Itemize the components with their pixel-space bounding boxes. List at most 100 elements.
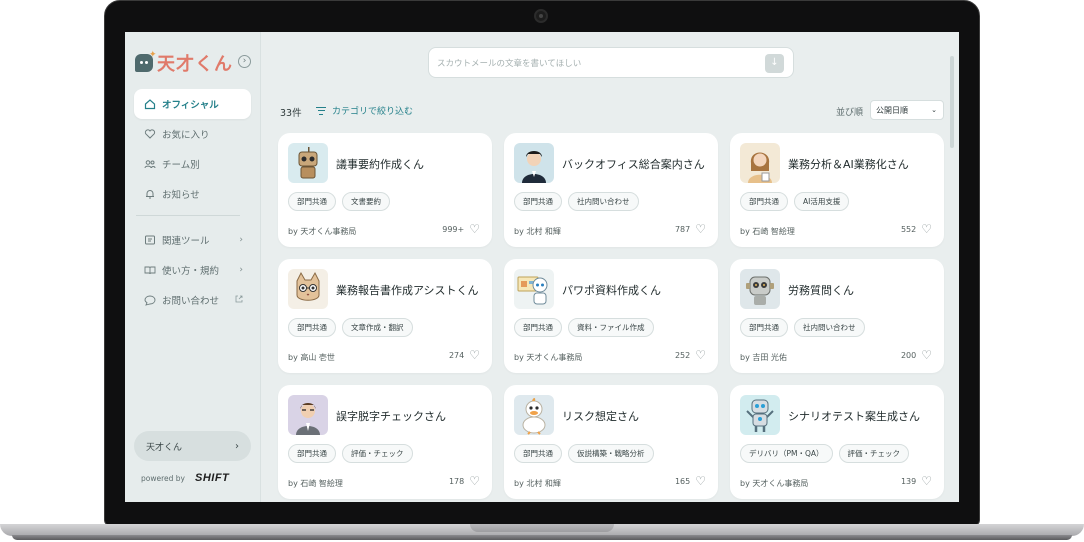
- collapse-sidebar-button[interactable]: ›: [238, 55, 251, 68]
- agent-card[interactable]: パワポ資料作成くん 部門共通 資料・ファイル作成 by 天才くん事務局 252 …: [504, 259, 718, 373]
- tag[interactable]: 評価・チェック: [838, 444, 910, 463]
- logo-text: 天才くん: [157, 54, 233, 75]
- laptop-notch: [470, 524, 614, 532]
- chevron-down-icon: ⌄: [931, 106, 937, 114]
- like-button[interactable]: 787 ♡: [675, 222, 706, 236]
- agent-card[interactable]: リスク想定さん 部門共通 仮説構築・戦略分析 by 北村 和輝 165 ♡: [504, 385, 718, 499]
- tag[interactable]: 部門共通: [740, 318, 788, 337]
- sidebar-item-related-tools[interactable]: 関連ツール ›: [134, 225, 251, 255]
- card-title: 業務分析＆AI業務化さん: [788, 158, 909, 171]
- tag[interactable]: 文章作成・翻訳: [342, 318, 413, 337]
- card-title: 労務質問くん: [788, 284, 854, 297]
- sidebar-item-usage-terms[interactable]: 使い方・規約 ›: [134, 255, 251, 285]
- heart-icon: ♡: [695, 348, 706, 362]
- like-count: 552: [900, 224, 917, 234]
- tag[interactable]: 部門共通: [740, 192, 788, 211]
- tag[interactable]: 資料・ファイル作成: [568, 318, 654, 337]
- tag[interactable]: AI活用支援: [794, 192, 850, 211]
- tag[interactable]: 部門共通: [288, 444, 336, 463]
- sort-select[interactable]: 公開日順 ⌄: [870, 100, 944, 120]
- card-title: 業務報告書作成アシストくん: [336, 284, 479, 297]
- category-filter-button[interactable]: カテゴリで絞り込む: [316, 104, 413, 117]
- agent-card[interactable]: 誤字脱字チェックさん 部門共通 評価・チェック by 石崎 智絵理 178 ♡: [278, 385, 492, 499]
- card-author: by 北村 和輝: [514, 479, 561, 488]
- agent-card[interactable]: 議事要約作成くん 部門共通 文書要約 by 天才くん事務局 999+ ♡: [278, 133, 492, 247]
- like-count: 200: [900, 350, 917, 360]
- sidebar-item-contact[interactable]: お問い合わせ: [134, 285, 251, 315]
- sort-label: 並び順: [836, 108, 864, 118]
- filter-label: カテゴリで絞り込む: [332, 107, 414, 117]
- heart-icon: ♡: [695, 474, 706, 488]
- tag[interactable]: 部門共通: [514, 444, 562, 463]
- card-tags: 部門共通 AI活用支援: [740, 192, 850, 211]
- agent-card[interactable]: バックオフィス総合案内さん 部門共通 社内問い合わせ by 北村 和輝 787 …: [504, 133, 718, 247]
- tag[interactable]: 部門共通: [514, 192, 562, 211]
- like-button[interactable]: 178 ♡: [449, 474, 480, 488]
- like-button[interactable]: 139 ♡: [900, 474, 932, 488]
- chevron-right-icon: ›: [235, 440, 239, 452]
- sort-value: 公開日順: [876, 105, 908, 115]
- robot-avatar: [740, 269, 780, 309]
- card-title: シナリオテスト案生成さん: [788, 410, 920, 423]
- tag[interactable]: デリバリ（PM・QA）: [740, 444, 833, 463]
- robot-avatar: [288, 143, 328, 183]
- tag[interactable]: 社内問い合わせ: [794, 318, 865, 337]
- result-count: 33件: [280, 108, 302, 119]
- card-tags: 部門共通 評価・チェック: [288, 444, 413, 463]
- chat-icon: [144, 294, 156, 306]
- card-author: by 石崎 智絵理: [740, 227, 795, 236]
- heart-icon: ♡: [469, 474, 480, 488]
- tag[interactable]: 評価・チェック: [342, 444, 413, 463]
- tag[interactable]: 部門共通: [288, 192, 336, 211]
- heart-icon: ♡: [695, 222, 706, 236]
- tag[interactable]: 文書要約: [342, 192, 390, 211]
- heart-icon: ♡: [921, 348, 932, 362]
- like-button[interactable]: 274 ♡: [449, 348, 480, 362]
- agent-card[interactable]: 労務質問くん 部門共通 社内問い合わせ by 吉田 光佑 200 ♡: [730, 259, 944, 373]
- scrollbar[interactable]: [950, 56, 954, 148]
- sidebar-item-label: 関連ツール: [162, 236, 210, 247]
- like-button[interactable]: 252 ♡: [675, 348, 706, 362]
- like-button[interactable]: 552 ♡: [900, 223, 932, 235]
- submit-arrow-icon[interactable]: ↓: [765, 54, 784, 73]
- sidebar-item-news[interactable]: お知らせ: [134, 179, 251, 209]
- sidebar-item-label: お知らせ: [162, 190, 200, 201]
- like-count: 139: [900, 476, 917, 486]
- sidebar-item-label: チーム別: [162, 160, 200, 171]
- card-author: by 北村 和輝: [514, 227, 561, 236]
- card-tags: デリバリ（PM・QA） 評価・チェック: [740, 444, 910, 463]
- shift-logo: SHIFT: [194, 472, 230, 484]
- sidebar-item-label: お気に入り: [162, 130, 210, 141]
- sidebar-item-label: オフィシャル: [162, 100, 219, 111]
- search-input[interactable]: スカウトメールの文章を書いてほしい ↓: [428, 47, 794, 78]
- tag[interactable]: 仮説構築・戦略分析: [568, 444, 654, 463]
- card-author: by 天才くん事務局: [740, 479, 809, 488]
- person-avatar: [288, 395, 328, 435]
- like-button[interactable]: 999+ ♡: [442, 223, 480, 235]
- card-tags: 部門共通 仮説構築・戦略分析: [514, 444, 654, 463]
- sidebar-item-favorites[interactable]: お気に入り: [134, 119, 251, 149]
- card-title: リスク想定さん: [562, 410, 639, 423]
- agent-card[interactable]: シナリオテスト案生成さん デリバリ（PM・QA） 評価・チェック by 天才くん…: [730, 385, 944, 499]
- tag[interactable]: 社内問い合わせ: [568, 192, 639, 211]
- heart-icon: ♡: [921, 474, 932, 488]
- heart-icon: [144, 128, 156, 140]
- sidebar-item-official[interactable]: オフィシャル: [134, 89, 251, 119]
- card-title: パワポ資料作成くん: [562, 284, 661, 297]
- agent-card[interactable]: 業務報告書作成アシストくん 部門共通 文章作成・翻訳 by 高山 壱世 274 …: [278, 259, 492, 373]
- agent-card[interactable]: 業務分析＆AI業務化さん 部門共通 AI活用支援 by 石崎 智絵理 552 ♡: [730, 133, 944, 247]
- like-button[interactable]: 165 ♡: [675, 474, 706, 488]
- like-button[interactable]: 200 ♡: [900, 348, 932, 362]
- team-icon: [144, 158, 156, 170]
- logo-mascot-icon: ✦: [135, 50, 157, 72]
- tag[interactable]: 部門共通: [514, 318, 562, 337]
- laptop-base-edge: [12, 535, 1072, 540]
- duck-avatar: [514, 395, 554, 435]
- app-logo[interactable]: ✦ 天才くん: [135, 50, 233, 76]
- powered-by: powered by SHIFT: [141, 472, 229, 484]
- sidebar-item-teams[interactable]: チーム別: [134, 149, 251, 179]
- profile-button[interactable]: 天才くん ›: [134, 431, 251, 461]
- card-title: 議事要約作成くん: [336, 158, 424, 171]
- tag[interactable]: 部門共通: [288, 318, 336, 337]
- heart-icon: ♡: [469, 348, 480, 362]
